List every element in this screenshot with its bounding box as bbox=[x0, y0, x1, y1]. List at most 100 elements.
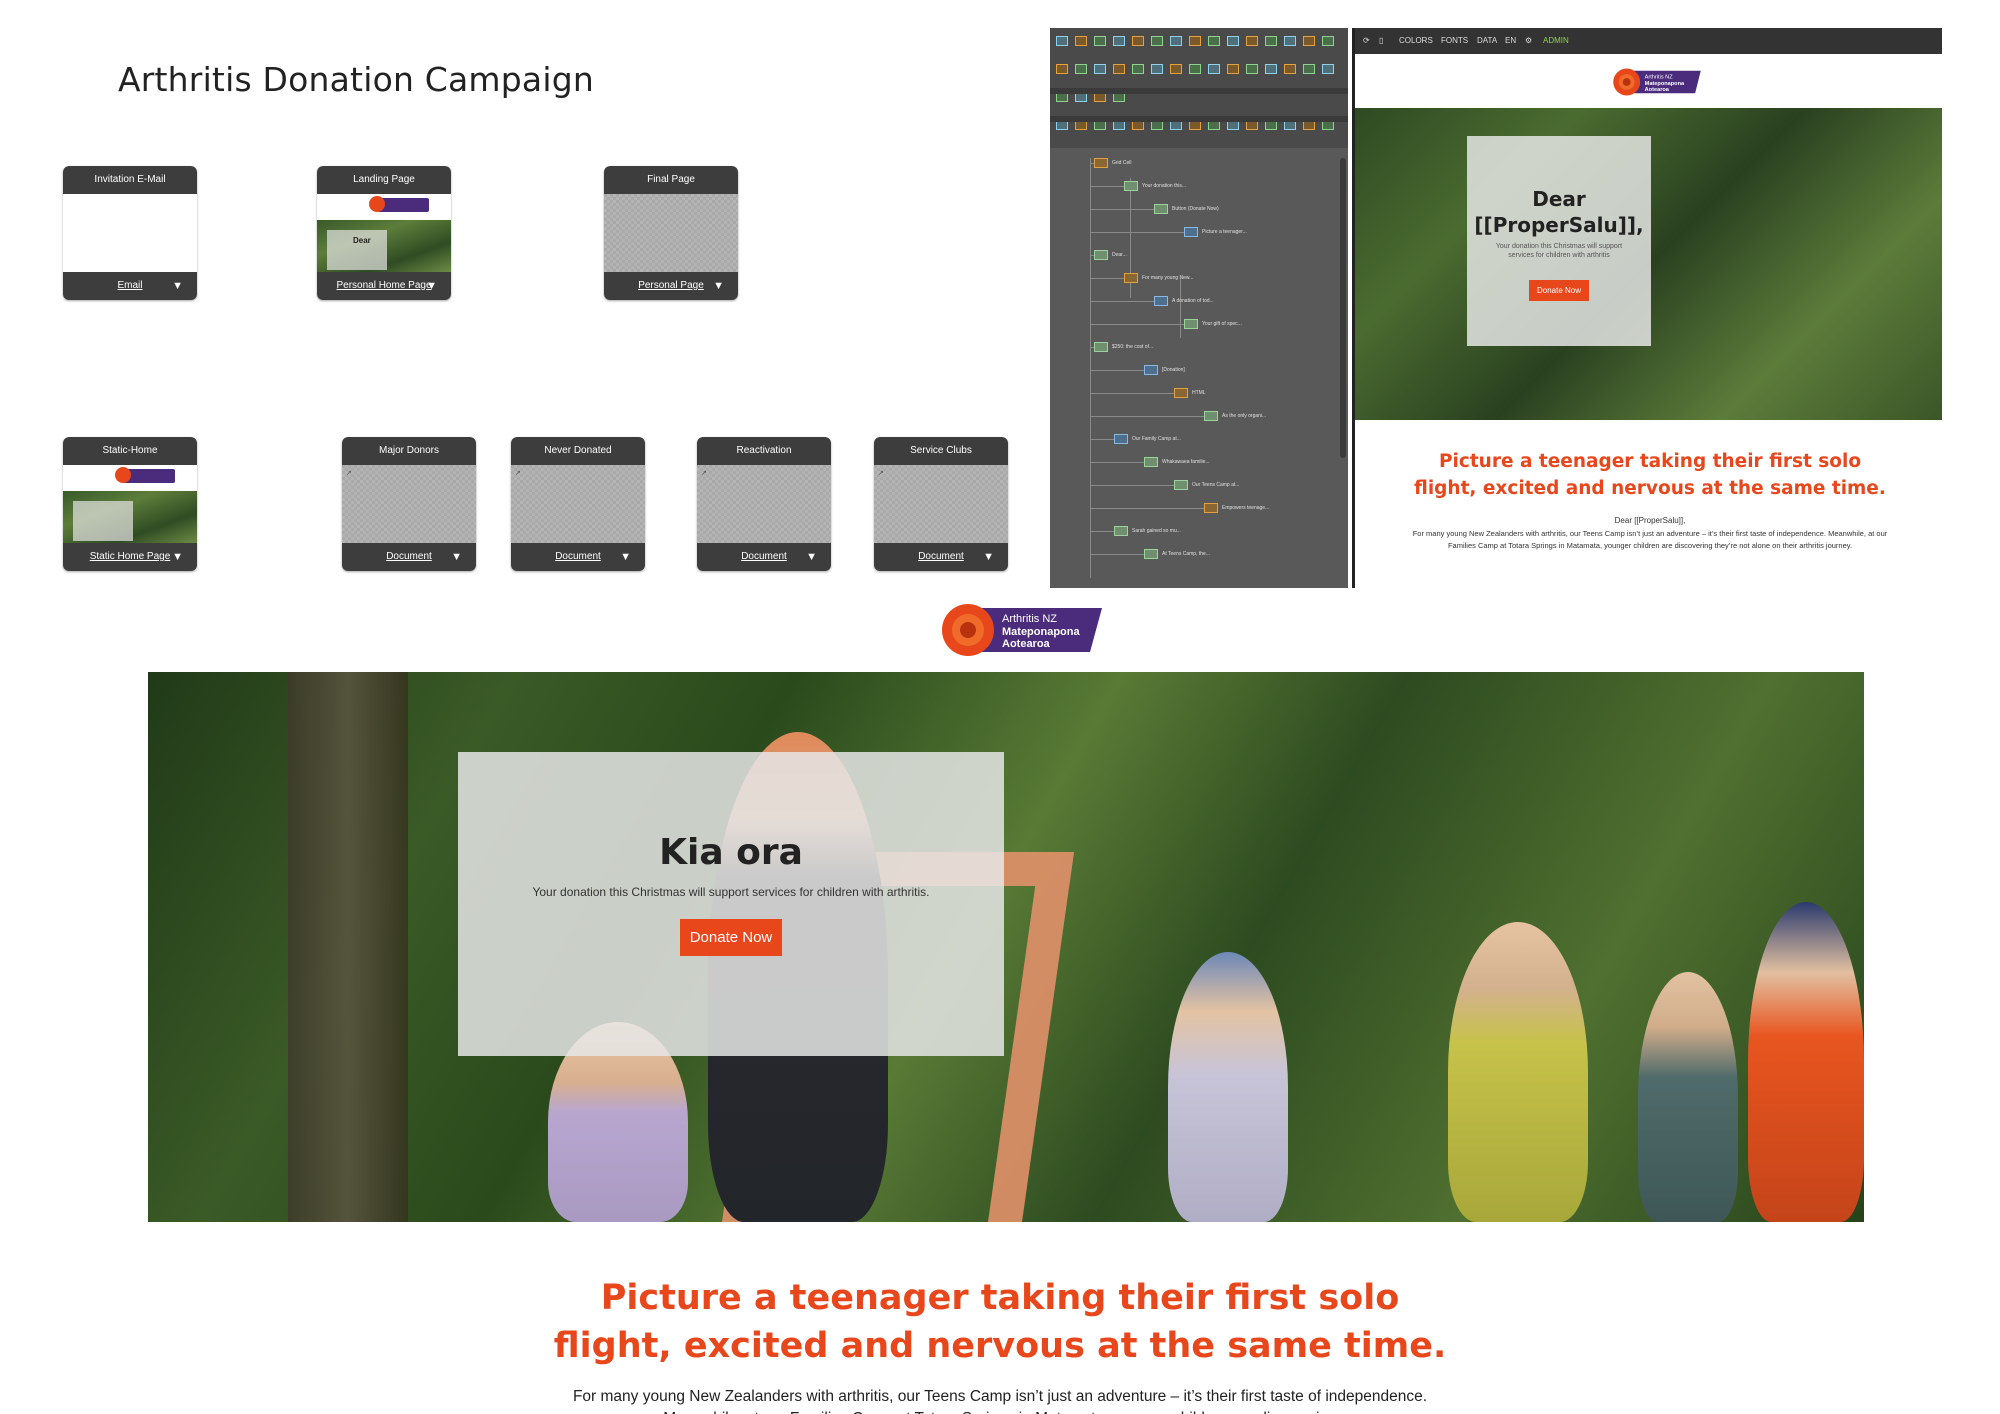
widget-icon[interactable] bbox=[1265, 64, 1277, 74]
widget-icon[interactable] bbox=[1265, 36, 1277, 46]
widget-icon[interactable] bbox=[1246, 64, 1258, 74]
flow-node[interactable] bbox=[1154, 204, 1168, 214]
widget-icon[interactable] bbox=[1094, 64, 1106, 74]
toolbar-admin[interactable]: ADMIN bbox=[1543, 36, 1569, 45]
flow-node[interactable] bbox=[1124, 273, 1138, 283]
toolbar-language[interactable]: EN bbox=[1505, 36, 1516, 45]
widget-icon[interactable] bbox=[1322, 36, 1334, 46]
widget-icon[interactable] bbox=[1303, 36, 1315, 46]
chevron-down-icon[interactable]: ▼ bbox=[806, 543, 817, 571]
widget-icon[interactable] bbox=[1303, 64, 1315, 74]
widget-icon[interactable] bbox=[1056, 36, 1068, 46]
card-never-donated[interactable]: Never Donated ↗ Document ▼ bbox=[511, 437, 645, 571]
chevron-down-icon[interactable]: ▼ bbox=[620, 543, 631, 571]
chevron-down-icon[interactable]: ▼ bbox=[983, 543, 994, 571]
chevron-down-icon[interactable]: ▼ bbox=[172, 543, 183, 571]
widget-icon[interactable] bbox=[1227, 36, 1239, 46]
widget-icon[interactable] bbox=[1151, 64, 1163, 74]
chevron-down-icon[interactable]: ▼ bbox=[172, 272, 183, 300]
card-service-clubs[interactable]: Service Clubs ↗ Document ▼ bbox=[874, 437, 1008, 571]
toolbar-colors[interactable]: COLORS bbox=[1399, 36, 1433, 45]
donate-now-button[interactable]: Donate Now bbox=[679, 919, 783, 956]
widget-icon[interactable] bbox=[1056, 64, 1068, 74]
card-type-label[interactable]: Personal Page bbox=[638, 280, 704, 291]
flow-node[interactable] bbox=[1094, 158, 1108, 168]
card-type-selector[interactable]: Email ▼ bbox=[63, 272, 197, 300]
flow-node[interactable] bbox=[1184, 319, 1198, 329]
logo-line-3: Aotearoa bbox=[1645, 87, 1670, 93]
toolbar-data[interactable]: DATA bbox=[1477, 36, 1497, 45]
flow-node[interactable] bbox=[1174, 480, 1188, 490]
widget-icon[interactable] bbox=[1132, 36, 1144, 46]
flow-node[interactable] bbox=[1184, 227, 1198, 237]
widget-icon[interactable] bbox=[1208, 64, 1220, 74]
card-type-selector[interactable]: Personal Home Page ▼ bbox=[317, 272, 451, 300]
card-type-label[interactable]: Document bbox=[386, 551, 432, 562]
card-static-home[interactable]: Static-Home Static Home Page ▼ bbox=[63, 437, 197, 571]
chevron-down-icon[interactable]: ▼ bbox=[713, 272, 724, 300]
widget-icon[interactable] bbox=[1075, 64, 1087, 74]
card-type-label[interactable]: Personal Home Page bbox=[336, 280, 431, 291]
widget-icon[interactable] bbox=[1132, 64, 1144, 74]
card-final-page[interactable]: Final Page Personal Page ▼ bbox=[604, 166, 738, 300]
widget-icon[interactable] bbox=[1284, 36, 1296, 46]
card-invitation-email[interactable]: Invitation E-Mail Email ▼ bbox=[63, 166, 197, 300]
widget-icon[interactable] bbox=[1322, 64, 1334, 74]
flow-node[interactable] bbox=[1114, 526, 1128, 536]
flow-node[interactable] bbox=[1154, 296, 1168, 306]
card-type-selector[interactable]: Document ▼ bbox=[511, 543, 645, 571]
flow-node-label: Picture a teenager... bbox=[1202, 229, 1247, 235]
flow-node[interactable] bbox=[1114, 434, 1128, 444]
card-type-label[interactable]: Static Home Page bbox=[90, 551, 171, 562]
card-type-selector[interactable]: Document ▼ bbox=[874, 543, 1008, 571]
document-icon: ↗ bbox=[515, 470, 521, 477]
flow-node[interactable] bbox=[1144, 457, 1158, 467]
widget-icon[interactable] bbox=[1246, 36, 1258, 46]
logo-line-2: Mateponapona bbox=[1002, 626, 1080, 638]
flow-node[interactable] bbox=[1144, 365, 1158, 375]
card-major-donors[interactable]: Major Donors ↗ Document ▼ bbox=[342, 437, 476, 571]
card-type-label[interactable]: Document bbox=[741, 551, 787, 562]
hero-photo: Dear [[ProperSalu]], Your donation this … bbox=[1355, 108, 1942, 420]
flow-node[interactable] bbox=[1144, 549, 1158, 559]
device-icon[interactable]: ▯ bbox=[1379, 36, 1383, 45]
chevron-down-icon[interactable]: ▼ bbox=[451, 543, 462, 571]
widget-icon[interactable] bbox=[1208, 36, 1220, 46]
widget-icon[interactable] bbox=[1113, 64, 1125, 74]
flow-node[interactable] bbox=[1204, 411, 1218, 421]
widget-icon[interactable] bbox=[1189, 64, 1201, 74]
card-type-selector[interactable]: Personal Page ▼ bbox=[604, 272, 738, 300]
widget-icon[interactable] bbox=[1189, 36, 1201, 46]
card-type-label[interactable]: Email bbox=[117, 280, 142, 291]
card-type-selector[interactable]: Static Home Page ▼ bbox=[63, 543, 197, 571]
widget-icon[interactable] bbox=[1094, 36, 1106, 46]
toolbar-fonts[interactable]: FONTS bbox=[1441, 36, 1468, 45]
flow-node[interactable] bbox=[1094, 342, 1108, 352]
widget-icon[interactable] bbox=[1075, 36, 1087, 46]
card-landing-page[interactable]: Landing Page Dear Personal Home Page ▼ bbox=[317, 166, 451, 300]
flow-node[interactable] bbox=[1094, 250, 1108, 260]
donate-now-button[interactable]: Donate Now bbox=[1528, 280, 1590, 301]
card-type-selector[interactable]: Document ▼ bbox=[697, 543, 831, 571]
card-type-label[interactable]: Document bbox=[918, 551, 964, 562]
document-icon: ↗ bbox=[346, 470, 352, 477]
chevron-down-icon[interactable]: ▼ bbox=[426, 272, 437, 300]
refresh-icon[interactable]: ⟳ bbox=[1363, 36, 1370, 45]
gear-icon[interactable]: ⚙ bbox=[1525, 36, 1532, 45]
widget-icon[interactable] bbox=[1227, 64, 1239, 74]
widget-icon[interactable] bbox=[1284, 64, 1296, 74]
flow-canvas[interactable]: Grid Cell Your donation this... Button (Do… bbox=[1050, 148, 1348, 588]
scrollbar[interactable] bbox=[1340, 158, 1346, 458]
flow-node[interactable] bbox=[1174, 388, 1188, 398]
hero-subtext: Your donation this Christmas will suppor… bbox=[532, 885, 930, 899]
widget-icon[interactable] bbox=[1170, 36, 1182, 46]
card-type-label[interactable]: Document bbox=[555, 551, 601, 562]
flow-node[interactable] bbox=[1204, 503, 1218, 513]
widget-icon[interactable] bbox=[1151, 36, 1163, 46]
card-reactivation[interactable]: Reactivation ↗ Document ▼ bbox=[697, 437, 831, 571]
widget-icon[interactable] bbox=[1170, 64, 1182, 74]
widget-icon[interactable] bbox=[1113, 36, 1125, 46]
card-type-selector[interactable]: Document ▼ bbox=[342, 543, 476, 571]
flow-node[interactable] bbox=[1124, 181, 1138, 191]
photo-thumbnail bbox=[317, 220, 451, 272]
